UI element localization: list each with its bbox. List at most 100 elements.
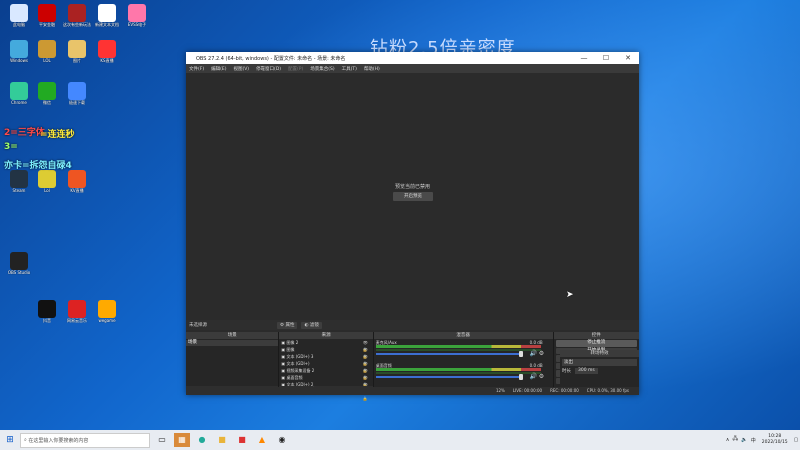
desktop-icon[interactable]: 这次有些新玩法 bbox=[62, 4, 92, 27]
source-item[interactable]: ▣ 图像 2 👁🔒 bbox=[279, 339, 373, 352]
chrome-icon[interactable]: ● bbox=[194, 433, 210, 447]
speaker-icon[interactable]: 🔊 bbox=[530, 350, 537, 357]
menu-help[interactable]: 帮助(H) bbox=[364, 66, 380, 72]
source-name: ▣ 文本 (GDI+) bbox=[281, 361, 310, 366]
minimize-icon[interactable]: — bbox=[573, 54, 595, 62]
visibility-icon[interactable]: 👁🔒 bbox=[363, 367, 373, 380]
windows-start-icon[interactable]: ⊞ bbox=[0, 435, 20, 445]
desktop-icon[interactable]: 网易云音乐 bbox=[62, 300, 92, 323]
desktop-icon[interactable]: 极速下载 bbox=[62, 82, 92, 105]
desktop-icon[interactable]: KS直播 bbox=[92, 40, 122, 63]
maximize-icon[interactable]: ☐ bbox=[595, 54, 617, 62]
mixer-dock-title: 混音器 bbox=[373, 332, 553, 339]
filters-button[interactable]: ◐ 滤镜 bbox=[301, 321, 322, 329]
desktop-icon[interactable]: KV直播 bbox=[62, 170, 92, 193]
obs-titlebar[interactable]: OBS 27.2.4 (64-bit, windows) - 配置文件: 未命名… bbox=[186, 52, 639, 64]
app-icon bbox=[38, 4, 56, 22]
desktop-icon[interactable]: LOL bbox=[32, 40, 62, 63]
desktop-icon[interactable]: Windows bbox=[4, 40, 34, 63]
app-icon bbox=[68, 82, 86, 100]
cpu-fps: CPU: 0.0%, 30.00 fps bbox=[586, 388, 629, 393]
app-game-icon[interactable]: ▦ bbox=[174, 433, 190, 447]
desktop-icon[interactable]: 图片 bbox=[62, 40, 92, 63]
menu-profile[interactable]: 配置(P) bbox=[288, 66, 303, 72]
folder-icon[interactable]: ■ bbox=[214, 433, 230, 447]
visibility-icon[interactable]: 👁🔒 bbox=[363, 374, 373, 387]
menu-edit[interactable]: 编辑(E) bbox=[211, 66, 226, 72]
overlay-line-1: 2=三字体 bbox=[4, 128, 45, 138]
task-view-icon[interactable]: ▭ bbox=[154, 433, 170, 447]
desktop-icon[interactable]: 此电脑 bbox=[4, 4, 34, 27]
menu-file[interactable]: 文件(F) bbox=[189, 66, 204, 72]
tray-up-icon[interactable]: ∧ bbox=[726, 437, 733, 443]
gear-icon[interactable]: ⚙ bbox=[539, 350, 544, 357]
app-icon bbox=[38, 82, 56, 100]
transitions-dock: 转场特效 淡出 时长 300 ms bbox=[560, 350, 639, 386]
desktop-icon[interactable]: 微信 bbox=[32, 82, 62, 105]
desktop-icon[interactable]: Lol bbox=[32, 170, 62, 193]
app-orange-icon[interactable]: ▲ bbox=[254, 433, 270, 447]
obs-window[interactable]: OBS 27.2.4 (64-bit, windows) - 配置文件: 未命名… bbox=[186, 52, 640, 401]
app-icon bbox=[38, 170, 56, 188]
source-name: ▣ 视频采集设备 2 bbox=[281, 368, 315, 373]
ime-icon[interactable]: 中 bbox=[751, 437, 756, 444]
desktop-icon[interactable]: OBS Studio bbox=[4, 252, 34, 275]
app-icon bbox=[98, 40, 116, 58]
properties-button[interactable]: ⚙ 属性 bbox=[277, 321, 298, 329]
network-icon[interactable]: 🖧 bbox=[733, 436, 742, 444]
desktop-icon[interactable]: wegame bbox=[92, 300, 122, 323]
desktop-icon-label: Steam bbox=[12, 188, 26, 193]
dropped-frames: 12% bbox=[495, 388, 505, 393]
source-item[interactable]: ▣ 图像 👁🔒 bbox=[279, 346, 373, 359]
desktop-icon[interactable]: 平安金融 bbox=[32, 4, 62, 27]
speaker-icon[interactable]: 🔊 bbox=[530, 373, 537, 380]
desktop-icon[interactable]: 新建文本文档 bbox=[92, 4, 122, 27]
desktop-icon[interactable]: Steam bbox=[4, 170, 34, 193]
duration-input[interactable]: 300 ms bbox=[575, 368, 598, 374]
source-item[interactable]: ▣ 视频采集设备 2 👁🔒 bbox=[279, 367, 373, 380]
visibility-icon[interactable]: 👁🔒 bbox=[363, 346, 373, 359]
visibility-icon[interactable]: 👁🔒 bbox=[363, 360, 373, 373]
volume-slider[interactable] bbox=[375, 353, 521, 355]
menu-tools[interactable]: 工具(T) bbox=[342, 66, 357, 72]
source-item[interactable]: ▣ 文本 (GDI+) 👁🔒 bbox=[279, 360, 373, 373]
gear-icon[interactable]: ⚙ bbox=[539, 373, 544, 380]
app-icon bbox=[38, 40, 56, 58]
desktop-icon[interactable]: 抖音 bbox=[32, 300, 62, 323]
source-item[interactable]: ▣ 文本 (GDI+) 3 👁🔒 bbox=[279, 353, 373, 366]
taskbar-search[interactable]: ⌕ 在这里输入你要搜索的内容 bbox=[20, 432, 150, 448]
transition-select[interactable]: 淡出 bbox=[562, 359, 637, 366]
source-context-bar: 未选择源 ⚙ 属性 ◐ 滤镜 bbox=[186, 320, 639, 330]
taskbar: ⊞ ⌕ 在这里输入你要搜索的内容 ▭ ▦ ● ■ ■ ▲ ◉ ∧ 🖧 🔈 中 1… bbox=[0, 430, 800, 450]
app-icon bbox=[128, 4, 146, 22]
stop-streaming-button[interactable]: 停止推流 bbox=[555, 340, 638, 347]
menu-docks[interactable]: 停靠窗口(D) bbox=[256, 66, 281, 72]
app-red-icon[interactable]: ■ bbox=[234, 433, 250, 447]
scene-item[interactable]: 场景 bbox=[186, 340, 279, 346]
folder-icon bbox=[68, 40, 86, 58]
menu-view[interactable]: 视图(V) bbox=[233, 66, 249, 72]
notification-icon[interactable]: ▢ bbox=[794, 437, 800, 443]
desktop-icon[interactable]: EVSS电子 bbox=[122, 4, 152, 27]
volume-slider-handle[interactable] bbox=[518, 374, 523, 380]
volume-slider-handle[interactable] bbox=[518, 351, 523, 357]
desktop-icon-label: LOL bbox=[43, 58, 51, 63]
clock[interactable]: 10:28 2022/10/15 bbox=[762, 434, 788, 446]
properties-label: 属性 bbox=[285, 322, 295, 328]
source-item[interactable]: ▣ 桌面音频 👁🔒 bbox=[279, 374, 373, 387]
obs-taskbar-icon[interactable]: ◉ bbox=[274, 433, 290, 447]
visibility-icon[interactable]: 👁🔒 bbox=[363, 339, 373, 352]
enable-preview-button[interactable]: 开启预览 bbox=[393, 192, 433, 201]
desktop-icon-label: wegame bbox=[98, 318, 116, 323]
preview-area[interactable]: 预览当前已禁用 开启预览 bbox=[186, 73, 639, 319]
desktop-icon[interactable]: Chrome bbox=[4, 82, 34, 105]
volume-slider[interactable] bbox=[375, 376, 521, 378]
close-icon[interactable]: ✕ bbox=[617, 54, 639, 62]
preview-disabled-message: 预览当前已禁用 bbox=[394, 184, 430, 190]
menu-scene-collection[interactable]: 场景集合(S) bbox=[310, 66, 334, 72]
visibility-icon[interactable]: 👁🔒 bbox=[363, 353, 373, 366]
volume-icon[interactable]: 🔈 bbox=[741, 437, 750, 443]
filters-label: 滤镜 bbox=[309, 322, 319, 328]
volume-meter bbox=[375, 368, 541, 371]
desktop-icon-label: 微信 bbox=[43, 100, 51, 105]
